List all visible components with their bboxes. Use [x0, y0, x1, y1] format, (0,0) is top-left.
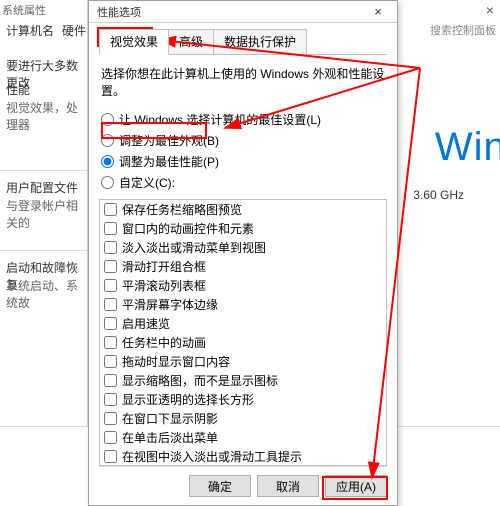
- option-checkbox[interactable]: [104, 336, 117, 349]
- radio-label: 调整为最佳外观(B): [119, 132, 219, 149]
- tab-visual-effects[interactable]: 视觉效果: [99, 29, 169, 55]
- radio-label: 调整为最佳性能(P): [119, 153, 219, 170]
- radio-label: 自定义(C):: [119, 174, 175, 191]
- bg-sec-boot-desc: 系统启动、系统故: [6, 278, 84, 312]
- bg-close-icon[interactable]: ×: [486, 2, 494, 18]
- option-label: 在单击后淡出菜单: [122, 429, 218, 446]
- option-checkbox[interactable]: [104, 203, 117, 216]
- option-row[interactable]: 平滑滚动列表框: [100, 276, 386, 295]
- option-row[interactable]: 在窗口下显示阴影: [100, 409, 386, 428]
- option-row[interactable]: 平滑屏幕字体边缘: [100, 295, 386, 314]
- option-row[interactable]: 保存任务栏缩略图预览: [100, 200, 386, 219]
- option-checkbox[interactable]: [104, 393, 117, 406]
- option-checkbox[interactable]: [104, 355, 117, 368]
- bg-windows-logo-text: Wind: [435, 125, 500, 170]
- bg-tabs: 计算机名 硬件: [6, 22, 86, 39]
- bg-cpu-speed: 3.60 GHz: [413, 188, 464, 202]
- option-checkbox[interactable]: [104, 374, 117, 387]
- cancel-button[interactable]: 取消: [257, 475, 319, 497]
- options-listbox[interactable]: 保存任务栏缩略图预览窗口内的动画控件和元素淡入淡出或滑动菜单到视图滑动打开组合框…: [99, 199, 387, 466]
- option-row[interactable]: 任务栏中的动画: [100, 333, 386, 352]
- option-checkbox[interactable]: [104, 279, 117, 292]
- radio-group: 让 Windows 选择计算机的最佳设置(L) 调整为最佳外观(B) 调整为最佳…: [101, 109, 385, 193]
- bg-tab-hardware[interactable]: 硬件: [62, 22, 86, 39]
- option-row[interactable]: 在单击后淡出菜单: [100, 428, 386, 447]
- option-checkbox[interactable]: [104, 298, 117, 311]
- option-row[interactable]: 淡入淡出或滑动菜单到视图: [100, 238, 386, 257]
- option-label: 淡入淡出或滑动菜单到视图: [122, 239, 266, 256]
- option-label: 窗口内的动画控件和元素: [122, 220, 254, 237]
- radio-best-performance[interactable]: 调整为最佳性能(P): [101, 151, 385, 172]
- bg-sec-perf: 性能: [6, 82, 84, 99]
- bg-sec-user: 用户配置文件: [6, 180, 84, 197]
- apply-button[interactable]: 应用(A): [325, 475, 387, 497]
- option-row[interactable]: 拖动时显示窗口内容: [100, 352, 386, 371]
- option-label: 在视图中淡入淡出或滑动工具提示: [122, 448, 302, 465]
- radio-input-best-performance[interactable]: [101, 155, 114, 168]
- instruction-text: 选择你想在此计算机上使用的 Windows 外观和性能设置。: [101, 65, 385, 99]
- option-checkbox[interactable]: [104, 222, 117, 235]
- dialog-title: 性能选项: [97, 4, 141, 20]
- option-label: 任务栏中的动画: [122, 334, 206, 351]
- bg-divider-2: [0, 250, 88, 251]
- bg-window-title: 系统属性: [2, 2, 46, 18]
- option-row[interactable]: 启用速览: [100, 314, 386, 333]
- bg-sec-perf-desc: 视觉效果，处理器: [6, 100, 84, 134]
- option-label: 拖动时显示窗口内容: [122, 353, 230, 370]
- option-label: 显示缩略图，而不是显示图标: [122, 372, 278, 389]
- tab-dep[interactable]: 数据执行保护: [213, 29, 307, 54]
- bg-tab-computer-name[interactable]: 计算机名: [6, 22, 54, 39]
- bg-divider-1: [0, 170, 88, 171]
- radio-custom[interactable]: 自定义(C):: [101, 172, 385, 193]
- close-icon[interactable]: ×: [367, 4, 389, 19]
- option-label: 滑动打开组合框: [122, 258, 206, 275]
- option-row[interactable]: 滑动打开组合框: [100, 257, 386, 276]
- ok-button[interactable]: 确定: [189, 475, 251, 497]
- tab-strip: 视觉效果 高级 数据执行保护: [99, 29, 387, 55]
- option-label: 在窗口下显示阴影: [122, 410, 218, 427]
- option-row[interactable]: 窗口内的动画控件和元素: [100, 219, 386, 238]
- option-checkbox[interactable]: [104, 431, 117, 444]
- option-checkbox[interactable]: [104, 241, 117, 254]
- option-label: 平滑屏幕字体边缘: [122, 296, 218, 313]
- option-row[interactable]: 在视图中淡入淡出或滑动工具提示: [100, 447, 386, 466]
- background-right-panel: × 搜索控制面板 Wind 3.60 GHz: [390, 0, 500, 462]
- option-label: 显示亚透明的选择长方形: [122, 391, 254, 408]
- option-row[interactable]: 显示缩略图，而不是显示图标: [100, 371, 386, 390]
- option-label: 平滑滚动列表框: [122, 277, 206, 294]
- option-row[interactable]: 显示亚透明的选择长方形: [100, 390, 386, 409]
- performance-options-dialog: 性能选项 × 视觉效果 高级 数据执行保护 选择你想在此计算机上使用的 Wind…: [88, 0, 398, 506]
- radio-input-let-windows[interactable]: [101, 113, 114, 126]
- radio-input-custom[interactable]: [101, 176, 114, 189]
- option-label: 启用速览: [122, 315, 170, 332]
- option-checkbox[interactable]: [104, 450, 117, 463]
- radio-label: 让 Windows 选择计算机的最佳设置(L): [119, 111, 321, 128]
- tab-advanced[interactable]: 高级: [168, 29, 214, 54]
- bg-search-placeholder[interactable]: 搜索控制面板: [430, 22, 496, 38]
- radio-let-windows-choose[interactable]: 让 Windows 选择计算机的最佳设置(L): [101, 109, 385, 130]
- radio-best-appearance[interactable]: 调整为最佳外观(B): [101, 130, 385, 151]
- option-checkbox[interactable]: [104, 260, 117, 273]
- option-checkbox[interactable]: [104, 317, 117, 330]
- dialog-titlebar[interactable]: 性能选项 ×: [89, 1, 397, 23]
- radio-input-best-appearance[interactable]: [101, 134, 114, 147]
- dialog-button-row: 确定 取消 应用(A): [99, 466, 387, 497]
- bg-sec-user-desc: 与登录帐户相关的: [6, 198, 84, 232]
- option-label: 保存任务栏缩略图预览: [122, 201, 242, 218]
- background-left-panel: 系统属性 计算机名 硬件 要进行大多数更改 性能 视觉效果，处理器 用户配置文件…: [0, 0, 88, 462]
- option-checkbox[interactable]: [104, 412, 117, 425]
